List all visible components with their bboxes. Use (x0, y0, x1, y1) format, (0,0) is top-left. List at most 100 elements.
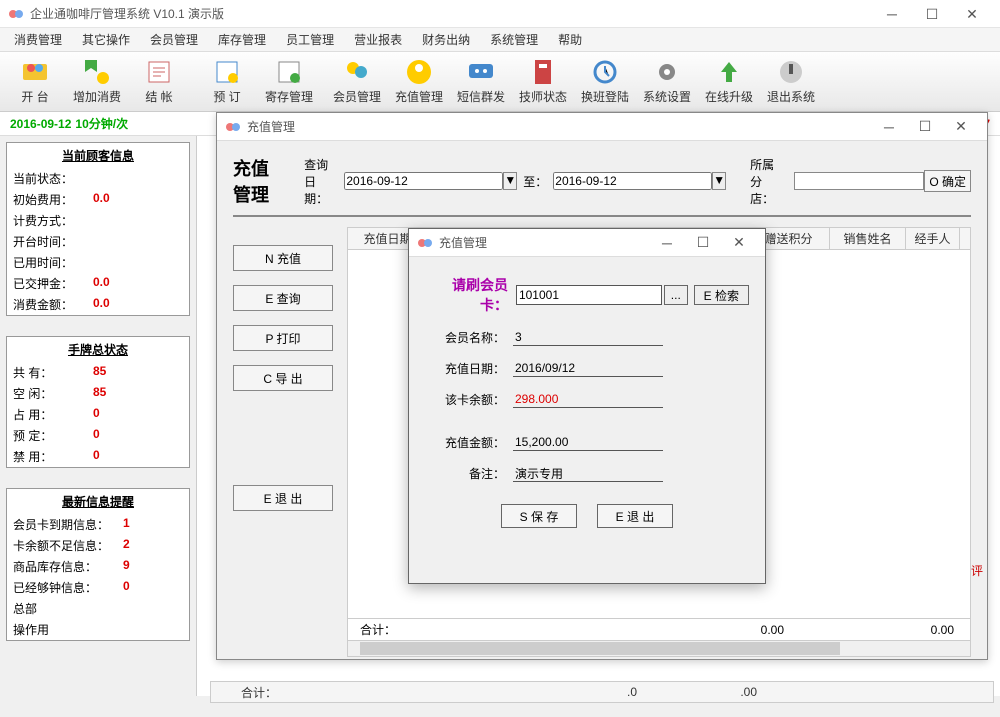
side-btn-2[interactable]: P 打印 (233, 325, 333, 351)
toolbar-label: 换班登陆 (581, 88, 629, 105)
date-to-dropdown[interactable]: ▼ (712, 172, 726, 190)
toolbar-label: 退出系统 (767, 88, 815, 105)
menu-6[interactable]: 财务出纳 (412, 31, 480, 48)
toolbar-tech[interactable]: 技师状态 (512, 54, 574, 109)
toolbar-upgrade[interactable]: 在线升级 (698, 54, 760, 109)
menu-8[interactable]: 帮助 (548, 31, 592, 48)
toolbar-label: 结 帐 (145, 88, 172, 105)
recharge-form-close[interactable]: ✕ (721, 234, 757, 251)
card-browse-button[interactable]: ... (664, 285, 688, 305)
grid-hscrollbar[interactable] (348, 640, 970, 656)
recharge-date-input[interactable] (513, 360, 663, 377)
toolbar-label: 预 订 (213, 88, 240, 105)
menu-0[interactable]: 消费管理 (4, 31, 72, 48)
recharge-amount-label: 充值金额： (425, 434, 505, 451)
deposit-icon (275, 58, 303, 86)
recharge-form-min[interactable]: ─ (649, 235, 685, 251)
panel-status: 手牌总状态 共 有：85空 闲：85占 用：0预 定：0禁 用：0 (6, 336, 190, 468)
grid-col[interactable]: 经手人 (906, 228, 960, 249)
side-btn-3[interactable]: C 导 出 (233, 365, 333, 391)
recharge-list-close[interactable]: ✕ (943, 118, 979, 135)
review-link[interactable]: 评 (971, 562, 983, 579)
recharge-side-buttons: N 充值 E 查询 P 打印 C 导 出 E 退 出 (233, 227, 333, 657)
recharge-form-max[interactable]: ☐ (685, 234, 721, 251)
toolbar-add-consume[interactable]: 增加消费 (66, 54, 128, 109)
side-btn-1[interactable]: E 查询 (233, 285, 333, 311)
toolbar-settings[interactable]: 系统设置 (636, 54, 698, 109)
side-btn-0[interactable]: N 充值 (233, 245, 333, 271)
panel-alerts: 最新信息提醒 会员卡到期信息：1卡余额不足信息：2商品库存信息：9已经够钟信息：… (6, 488, 190, 641)
recharge-amount-input[interactable] (513, 434, 663, 451)
toolbar-recharge[interactable]: 充值管理 (388, 54, 450, 109)
recharge-heading: 充值管理 (233, 155, 274, 207)
toolbar-open-table[interactable]: 开 台 (4, 54, 66, 109)
toolbar-label: 开 台 (21, 88, 48, 105)
grid-total-1: 0.00 (630, 623, 800, 637)
toolbar-label: 在线升级 (705, 88, 753, 105)
settings-icon (653, 58, 681, 86)
card-input[interactable] (516, 285, 662, 305)
menu-2[interactable]: 会员管理 (140, 31, 208, 48)
maximize-button[interactable]: ☐ (912, 1, 952, 27)
exit-button[interactable]: E 退 出 (597, 504, 673, 528)
bottom-total-2: .00 (637, 685, 757, 699)
panel-row: 已用时间： (7, 252, 189, 273)
recharge-icon (225, 119, 241, 135)
member-name-input[interactable] (513, 329, 663, 346)
minimize-button[interactable]: ─ (872, 1, 912, 27)
save-button[interactable]: S 保 存 (501, 504, 577, 528)
toolbar-exit[interactable]: 退出系统 (760, 54, 822, 109)
shift-icon (591, 58, 619, 86)
panel-row: 卡余额不足信息：2 (7, 535, 189, 556)
toolbar-member[interactable]: 会员管理 (326, 54, 388, 109)
grid-col[interactable]: 销售姓名 (830, 228, 906, 249)
note-input[interactable] (513, 465, 663, 482)
panel-row: 消费金额：0.0 (7, 294, 189, 315)
app-icon (8, 6, 24, 22)
panel-row: 开台时间： (7, 231, 189, 252)
menu-1[interactable]: 其它操作 (72, 31, 140, 48)
card-balance-label: 该卡余额： (425, 391, 505, 408)
sms-icon (467, 58, 495, 86)
store-label: 所属分店： (750, 156, 784, 207)
store-input[interactable] (794, 172, 924, 190)
toolbar-sms[interactable]: 短信群发 (450, 54, 512, 109)
close-button[interactable]: ✕ (952, 1, 992, 27)
panel-row: 初始费用：0.0 (7, 189, 189, 210)
toolbar-label: 增加消费 (73, 88, 121, 105)
toolbar-reserve[interactable]: 预 订 (196, 54, 258, 109)
grid-total-2: 0.00 (800, 623, 970, 637)
recharge-list-min[interactable]: ─ (871, 119, 907, 135)
date-from-input[interactable] (344, 172, 503, 190)
menu-3[interactable]: 库存管理 (208, 31, 276, 48)
bottom-footer: 合计： .0 .00 (210, 681, 994, 703)
recharge-list-max[interactable]: ☐ (907, 118, 943, 135)
recharge-list-title: 充值管理 (247, 118, 871, 135)
status-rate: 10分钟/次 (75, 115, 128, 132)
menu-5[interactable]: 营业报表 (344, 31, 412, 48)
date-from-dropdown[interactable]: ▼ (503, 172, 517, 190)
confirm-button[interactable]: O 确定 (924, 170, 971, 192)
panel-row: 共 有：85 (7, 362, 189, 383)
toolbar-label: 寄存管理 (265, 88, 313, 105)
date-to-input[interactable] (553, 172, 712, 190)
panel-row: 空 闲：85 (7, 383, 189, 404)
exit-icon (777, 58, 805, 86)
recharge-date-label: 充值日期： (425, 360, 505, 377)
menu-4[interactable]: 员工管理 (276, 31, 344, 48)
panel-status-title: 手牌总状态 (7, 337, 189, 362)
main-titlebar: 企业通咖啡厅管理系统 V10.1 演示版 ─ ☐ ✕ (0, 0, 1000, 28)
panel-row: 商品库存信息：9 (7, 556, 189, 577)
card-search-button[interactable]: E 检索 (694, 285, 749, 305)
recharge-form-icon (417, 235, 433, 251)
upgrade-icon (715, 58, 743, 86)
menu-7[interactable]: 系统管理 (480, 31, 548, 48)
toolbar-deposit[interactable]: 寄存管理 (258, 54, 320, 109)
toolbar: 开 台 增加消费 结 帐 预 订 寄存管理会员管理充值管理短信群发技师状态换班登陆系统设… (0, 52, 1000, 112)
toolbar-checkout[interactable]: 结 帐 (128, 54, 190, 109)
side-btn-4[interactable]: E 退 出 (233, 485, 333, 511)
toolbar-shift[interactable]: 换班登陆 (574, 54, 636, 109)
panel-row: 操作用 (7, 619, 189, 640)
panel-row: 当前状态： (7, 168, 189, 189)
toolbar-label: 技师状态 (519, 88, 567, 105)
